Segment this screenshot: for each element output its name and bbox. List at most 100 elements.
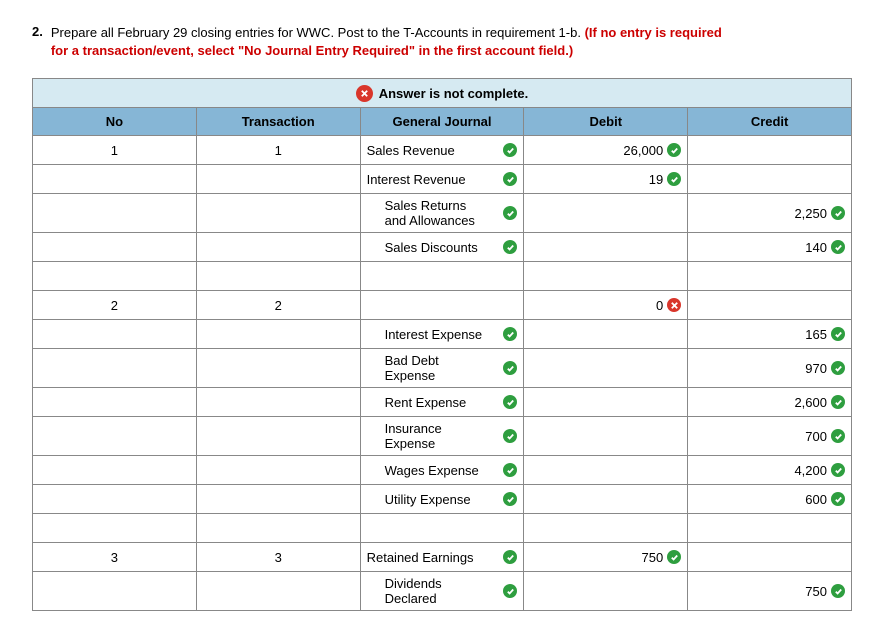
cell-general-journal[interactable]: Bad Debt Expense — [360, 349, 524, 388]
cell-no[interactable] — [33, 388, 197, 417]
cell-transaction[interactable]: 2 — [196, 291, 360, 320]
cell-no[interactable] — [33, 262, 197, 291]
credit-value: 600 — [805, 492, 827, 507]
cell-debit[interactable]: 19 — [524, 165, 688, 194]
cell-debit[interactable] — [524, 456, 688, 485]
debit-value: 750 — [641, 550, 663, 565]
cell-credit[interactable] — [688, 136, 852, 165]
cell-general-journal[interactable]: Insurance Expense — [360, 417, 524, 456]
cell-general-journal[interactable]: Interest Revenue — [360, 165, 524, 194]
cell-no[interactable]: 2 — [33, 291, 197, 320]
cell-no[interactable] — [33, 349, 197, 388]
cell-no[interactable] — [33, 233, 197, 262]
cell-general-journal[interactable]: Interest Expense — [360, 320, 524, 349]
cell-debit[interactable]: 750 — [524, 543, 688, 572]
cell-transaction[interactable] — [196, 194, 360, 233]
table-row: Rent Expense 2,600 — [33, 388, 852, 417]
cell-no[interactable] — [33, 514, 197, 543]
table-row: Bad Debt Expense 970 — [33, 349, 852, 388]
cell-credit[interactable] — [688, 291, 852, 320]
cell-no[interactable] — [33, 485, 197, 514]
cell-no[interactable] — [33, 194, 197, 233]
check-icon — [503, 584, 517, 598]
cell-general-journal[interactable]: Sales Discounts — [360, 233, 524, 262]
account-label: Sales Revenue — [367, 143, 455, 158]
cell-transaction[interactable] — [196, 417, 360, 456]
check-icon — [503, 206, 517, 220]
cell-credit[interactable]: 750 — [688, 572, 852, 611]
cell-transaction[interactable] — [196, 349, 360, 388]
cell-credit[interactable]: 140 — [688, 233, 852, 262]
cell-no[interactable] — [33, 417, 197, 456]
cell-general-journal[interactable]: Wages Expense — [360, 456, 524, 485]
cell-debit[interactable]: 0 — [524, 291, 688, 320]
debit-value: 26,000 — [623, 143, 663, 158]
cell-credit[interactable]: 2,250 — [688, 194, 852, 233]
cell-debit[interactable] — [524, 388, 688, 417]
cell-debit[interactable] — [524, 233, 688, 262]
cell-credit[interactable]: 4,200 — [688, 456, 852, 485]
question-prompt: 2. Prepare all February 29 closing entri… — [32, 24, 732, 60]
check-icon — [831, 327, 845, 341]
cell-no[interactable] — [33, 456, 197, 485]
cell-general-journal[interactable]: Rent Expense — [360, 388, 524, 417]
check-icon — [503, 327, 517, 341]
cell-debit[interactable] — [524, 417, 688, 456]
cell-no[interactable]: 3 — [33, 543, 197, 572]
cell-transaction[interactable] — [196, 485, 360, 514]
cell-debit[interactable] — [524, 194, 688, 233]
cell-debit[interactable] — [524, 262, 688, 291]
cell-general-journal[interactable]: Sales Returns and Allowances — [360, 194, 524, 233]
check-icon — [503, 492, 517, 506]
cell-credit[interactable]: 700 — [688, 417, 852, 456]
cell-debit[interactable] — [524, 349, 688, 388]
cell-no[interactable] — [33, 320, 197, 349]
cell-general-journal[interactable] — [360, 291, 524, 320]
cell-credit[interactable]: 2,600 — [688, 388, 852, 417]
cell-general-journal[interactable]: Sales Revenue — [360, 136, 524, 165]
check-icon — [831, 206, 845, 220]
cell-transaction[interactable] — [196, 165, 360, 194]
check-icon — [503, 143, 517, 157]
cell-credit[interactable] — [688, 514, 852, 543]
cell-transaction[interactable] — [196, 388, 360, 417]
cell-debit[interactable] — [524, 320, 688, 349]
cell-credit[interactable]: 165 — [688, 320, 852, 349]
cell-general-journal[interactable]: Utility Expense — [360, 485, 524, 514]
cell-credit[interactable]: 970 — [688, 349, 852, 388]
x-icon — [667, 298, 681, 312]
debit-value: 19 — [649, 172, 663, 187]
cell-credit[interactable]: 600 — [688, 485, 852, 514]
cell-debit[interactable] — [524, 514, 688, 543]
check-icon — [831, 361, 845, 375]
cell-general-journal[interactable]: Retained Earnings — [360, 543, 524, 572]
cell-transaction[interactable] — [196, 320, 360, 349]
cell-debit[interactable] — [524, 485, 688, 514]
check-icon — [831, 492, 845, 506]
cell-transaction[interactable] — [196, 572, 360, 611]
table-row: 11 Sales Revenue 26,000 — [33, 136, 852, 165]
cell-no[interactable]: 1 — [33, 136, 197, 165]
cell-transaction[interactable] — [196, 262, 360, 291]
cell-transaction[interactable]: 1 — [196, 136, 360, 165]
cell-transaction[interactable] — [196, 456, 360, 485]
x-icon — [356, 85, 373, 102]
cell-general-journal[interactable] — [360, 262, 524, 291]
table-row: Utility Expense 600 — [33, 485, 852, 514]
cell-credit[interactable] — [688, 543, 852, 572]
cell-no[interactable] — [33, 165, 197, 194]
cell-general-journal[interactable] — [360, 514, 524, 543]
table-row: 22 0 — [33, 291, 852, 320]
check-icon — [831, 584, 845, 598]
cell-debit[interactable] — [524, 572, 688, 611]
cell-credit[interactable] — [688, 262, 852, 291]
cell-transaction[interactable] — [196, 233, 360, 262]
cell-credit[interactable] — [688, 165, 852, 194]
cell-transaction[interactable] — [196, 514, 360, 543]
header-credit: Credit — [688, 108, 852, 136]
cell-debit[interactable]: 26,000 — [524, 136, 688, 165]
credit-value: 750 — [805, 584, 827, 599]
cell-general-journal[interactable]: Dividends Declared — [360, 572, 524, 611]
cell-no[interactable] — [33, 572, 197, 611]
cell-transaction[interactable]: 3 — [196, 543, 360, 572]
